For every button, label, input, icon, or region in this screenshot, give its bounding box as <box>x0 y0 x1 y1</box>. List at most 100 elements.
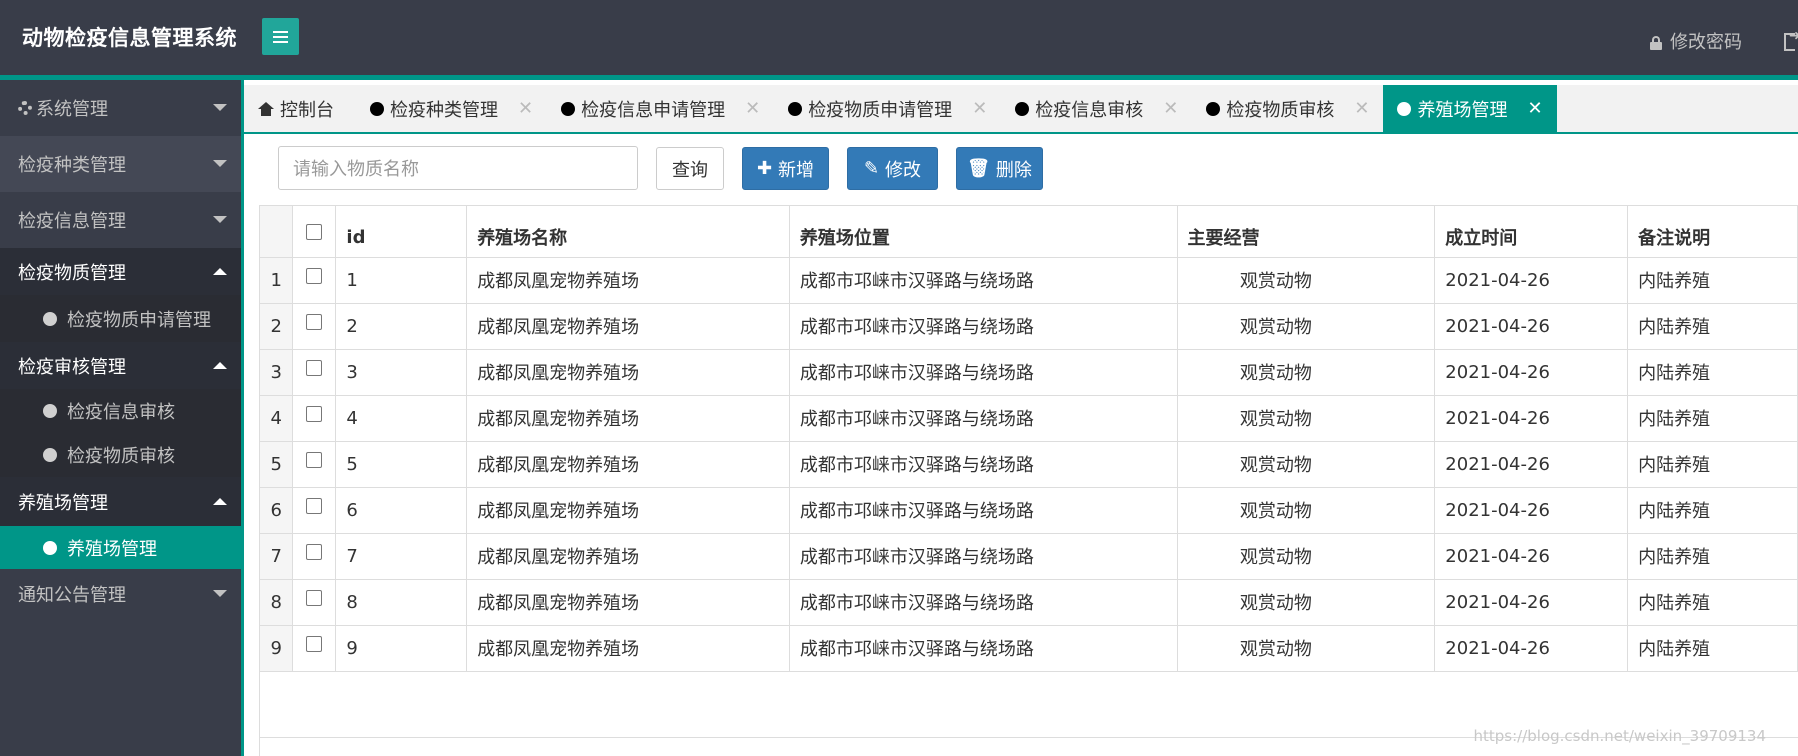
table-cell: 2021-04-26 <box>1434 579 1629 626</box>
tab-label: 检疫信息审核 <box>1035 99 1144 121</box>
tab-console[interactable]: 控制台 <box>244 85 356 132</box>
table-cell: 内陆养殖 <box>1627 625 1798 672</box>
tab-info-audit[interactable]: 检疫信息审核 ✕ <box>1001 85 1192 132</box>
sidebar-group-audit[interactable]: 检疫审核管理 <box>0 342 241 389</box>
row-checkbox[interactable] <box>306 313 323 330</box>
close-icon[interactable]: ✕ <box>1354 98 1369 119</box>
sidebar-group-label: 检疫信息管理 <box>18 211 126 232</box>
search-input[interactable]: 请输入物质名称 <box>278 146 638 190</box>
tab-material-apply[interactable]: 检疫物质申请管理 ✕ <box>774 85 1001 132</box>
row-select-cell <box>292 533 337 580</box>
tab-label: 检疫种类管理 <box>390 99 498 121</box>
tab-info-apply[interactable]: 检疫信息申请管理 ✕ <box>547 85 774 132</box>
table-cell: 观赏动物 <box>1177 533 1436 580</box>
hamburger-icon <box>273 30 288 43</box>
table-cell: 成都市邛崃市汉驿路与绕场路 <box>789 303 1178 350</box>
sidebar-group-quarantine-type[interactable]: 检疫种类管理 <box>0 136 241 192</box>
delete-button[interactable]: 🗑 删除 <box>956 147 1043 190</box>
table-cell: 成都凤凰宠物养殖场 <box>466 395 790 442</box>
home-icon <box>258 101 274 116</box>
table-row[interactable]: 9 9 成都凤凰宠物养殖场 成都市邛崃市汉驿路与绕场路 观赏动物 2021-04-26 内陆… <box>260 625 1798 672</box>
select-all-checkbox[interactable] <box>306 223 323 240</box>
table-cell: 观赏动物 <box>1177 395 1436 442</box>
close-icon[interactable]: ✕ <box>1527 98 1542 119</box>
row-number: 4 <box>260 395 294 442</box>
logout-icon[interactable] <box>1784 28 1798 51</box>
column-header[interactable]: 备注说明 <box>1627 206 1798 258</box>
sidebar-group-quarantine-info[interactable]: 检疫信息管理 <box>0 192 241 248</box>
sidebar-item-info-audit[interactable]: 检疫信息审核 <box>0 389 241 433</box>
query-button-label: 查询 <box>672 159 708 181</box>
column-header[interactable]: id <box>335 206 468 258</box>
sidebar-item-material-apply[interactable]: 检疫物质申请管理 <box>0 295 241 342</box>
close-icon[interactable]: ✕ <box>1163 98 1178 119</box>
farm-table: id 养殖场名称 养殖场位置 主要经营 成立时间 备注说明 1 1 成都凤凰宠物养殖… <box>260 206 1798 672</box>
query-button[interactable]: 查询 <box>656 147 724 190</box>
table-row[interactable]: 6 6 成都凤凰宠物养殖场 成都市邛崃市汉驿路与绕场路 观赏动物 2021-04-26 内陆… <box>260 487 1798 534</box>
sidebar: 系统管理 检疫种类管理 检疫信息管理 检疫物质管理 检疫物质申请管理 检疫审核管… <box>0 80 244 756</box>
table-row[interactable]: 8 8 成都凤凰宠物养殖场 成都市邛崃市汉驿路与绕场路 观赏动物 2021-04-26 内陆… <box>260 579 1798 626</box>
table-row[interactable]: 2 2 成都凤凰宠物养殖场 成都市邛崃市汉驿路与绕场路 观赏动物 2021-04-26 内陆… <box>260 303 1798 350</box>
sidebar-group-label: 检疫审核管理 <box>18 356 126 378</box>
table-cell: 内陆养殖 <box>1627 395 1798 442</box>
edit-button[interactable]: ✎ 修改 <box>847 147 938 190</box>
header-actions: 修改密码 <box>1650 28 1798 54</box>
sidebar-item-material-audit[interactable]: 检疫物质审核 <box>0 433 241 477</box>
table-cell: 观赏动物 <box>1177 303 1436 350</box>
column-header[interactable]: 养殖场位置 <box>789 206 1178 258</box>
menu-toggle-button[interactable] <box>262 18 299 55</box>
row-checkbox[interactable] <box>306 543 323 560</box>
circle-icon <box>788 101 803 116</box>
circle-icon <box>370 101 384 116</box>
sidebar-group-farm[interactable]: 养殖场管理 <box>0 477 241 526</box>
table-cell: 成都市邛崃市汉驿路与绕场路 <box>789 441 1178 488</box>
table-cell: 4 <box>335 395 468 442</box>
gear-icon <box>18 101 32 115</box>
row-checkbox[interactable] <box>306 405 323 422</box>
row-number: 9 <box>260 625 294 672</box>
table-cell: 成都凤凰宠物养殖场 <box>466 625 790 672</box>
table-cell: 成都市邛崃市汉驿路与绕场路 <box>789 533 1178 580</box>
table-cell: 成都凤凰宠物养殖场 <box>466 303 790 350</box>
row-checkbox[interactable] <box>306 589 323 606</box>
tab-quarantine-type[interactable]: 检疫种类管理 ✕ <box>356 85 547 132</box>
tab-label: 检疫物质申请管理 <box>808 99 953 121</box>
column-header[interactable]: 主要经营 <box>1177 206 1436 258</box>
tab-material-audit[interactable]: 检疫物质审核 ✕ <box>1192 85 1383 132</box>
row-number: 2 <box>260 303 294 350</box>
table-row[interactable]: 3 3 成都凤凰宠物养殖场 成都市邛崃市汉驿路与绕场路 观赏动物 2021-04-26 内陆… <box>260 349 1798 396</box>
row-checkbox[interactable] <box>306 451 323 468</box>
table-row[interactable]: 7 7 成都凤凰宠物养殖场 成都市邛崃市汉驿路与绕场路 观赏动物 2021-04-26 内陆… <box>260 533 1798 580</box>
change-password-link[interactable]: 修改密码 <box>1670 28 1742 54</box>
close-icon[interactable]: ✕ <box>518 98 533 119</box>
row-checkbox[interactable] <box>306 267 323 284</box>
table-row[interactable]: 1 1 成都凤凰宠物养殖场 成都市邛崃市汉驿路与绕场路 观赏动物 2021-04-26 内陆… <box>260 257 1798 304</box>
row-checkbox[interactable] <box>306 635 323 652</box>
close-icon[interactable]: ✕ <box>745 98 760 119</box>
row-select-cell <box>292 625 337 672</box>
circle-icon <box>43 311 57 326</box>
row-checkbox[interactable] <box>306 497 323 514</box>
table-cell: 观赏动物 <box>1177 579 1436 626</box>
chevron-up-icon <box>213 498 227 505</box>
row-number: 5 <box>260 441 294 488</box>
column-header[interactable]: 养殖场名称 <box>466 206 790 258</box>
row-number: 1 <box>260 257 294 304</box>
table-cell: 7 <box>335 533 468 580</box>
table-row[interactable]: 5 5 成都凤凰宠物养殖场 成都市邛崃市汉驿路与绕场路 观赏动物 2021-04-26 内陆… <box>260 441 1798 488</box>
sidebar-group-system[interactable]: 系统管理 <box>0 80 241 136</box>
tab-label: 检疫信息申请管理 <box>581 99 726 121</box>
table-cell: 成都凤凰宠物养殖场 <box>466 257 790 304</box>
delete-button-label: 删除 <box>995 159 1032 181</box>
column-header[interactable]: 成立时间 <box>1434 206 1629 258</box>
table-row[interactable]: 4 4 成都凤凰宠物养殖场 成都市邛崃市汉驿路与绕场路 观赏动物 2021-04-26 内陆… <box>260 395 1798 442</box>
sidebar-item-farm-management[interactable]: 养殖场管理 <box>0 526 241 569</box>
chevron-up-icon <box>213 362 227 369</box>
tab-farm-management[interactable]: 养殖场管理 ✕ <box>1383 85 1557 132</box>
row-checkbox[interactable] <box>306 359 323 376</box>
table-cell: 成都凤凰宠物养殖场 <box>466 487 790 534</box>
sidebar-group-notice[interactable]: 通知公告管理 <box>0 569 241 618</box>
add-button[interactable]: ✚ 新增 <box>742 147 829 190</box>
close-icon[interactable]: ✕ <box>972 98 987 119</box>
sidebar-group-quarantine-material[interactable]: 检疫物质管理 <box>0 248 241 295</box>
